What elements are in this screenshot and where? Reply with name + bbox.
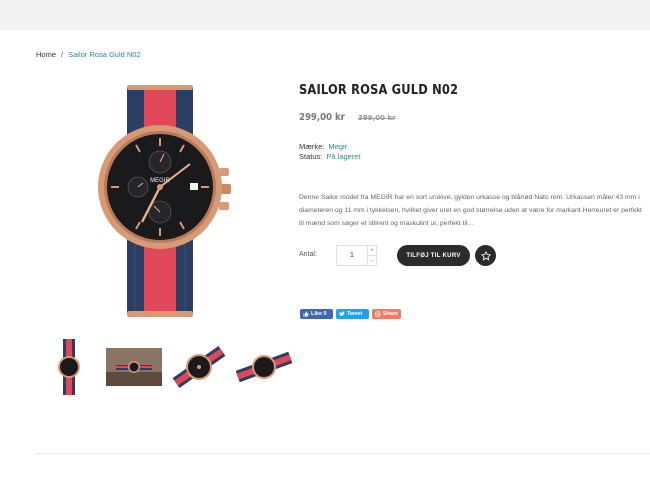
share-button[interactable]: Share (372, 309, 401, 319)
twitter-tweet-button[interactable]: Tweet (336, 309, 369, 319)
twitter-bird-icon (339, 311, 345, 317)
product-old-price: 399,00 kr (357, 114, 396, 122)
thumbs-up-icon (303, 311, 309, 317)
thumbnail-2-image (105, 348, 162, 386)
status-label: Status: (299, 152, 323, 161)
share-label: Share (382, 311, 398, 317)
quantity-label: Antal: (299, 251, 317, 258)
quantity-input[interactable]: 1 (336, 245, 368, 266)
product-main-image[interactable]: MEGIR (90, 82, 240, 327)
top-bar (0, 0, 650, 30)
twitter-tweet-label: Tweet (347, 311, 363, 317)
quantity-increase-button[interactable]: + (368, 246, 376, 256)
thumbnail-4[interactable] (231, 338, 296, 396)
thumbnail-1[interactable] (36, 338, 101, 396)
breadcrumb-home-link[interactable]: Home (36, 50, 56, 59)
breadcrumb-current[interactable]: Sailor Rosa Guld N02 (68, 50, 141, 59)
thumbnail-1-image (57, 339, 80, 395)
thumbnail-4-image (235, 351, 292, 383)
status-value: På lageret (326, 152, 361, 161)
quantity-decrease-button[interactable]: – (368, 256, 376, 265)
breadcrumb: Home / Sailor Rosa Guld N02 (36, 50, 141, 59)
quantity-stepper: + – (368, 245, 377, 266)
product-title: SAILOR ROSA GULD N02 (299, 82, 459, 98)
thumbnail-gallery (36, 338, 296, 396)
share-icon (375, 311, 381, 317)
add-to-cart-button[interactable]: TILFØJ TIL KURV (397, 245, 470, 266)
brand-link[interactable]: Megir (328, 142, 347, 151)
product-description: Denne Sailor model fra MEGIR har en sort… (299, 194, 642, 227)
status-row: Status: På lageret (299, 152, 361, 161)
facebook-like-label: Like 0 (311, 311, 327, 317)
breadcrumb-separator: / (61, 50, 64, 59)
watch-image: MEGIR (98, 85, 231, 317)
facebook-like-button[interactable]: Like 0 (300, 309, 333, 319)
price-row: 299,00 kr 399,00 kr (299, 112, 396, 123)
thumbnail-3-image (172, 346, 225, 388)
brand-label: Mærke: (299, 142, 325, 151)
thumbnail-2[interactable] (101, 338, 166, 396)
brand-row: Mærke: Megir (299, 142, 347, 151)
social-share: Like 0 Tweet Share (300, 309, 401, 319)
wishlist-button[interactable] (475, 245, 496, 266)
section-divider (36, 453, 650, 454)
thumbnail-3[interactable] (166, 338, 231, 396)
product-price: 299,00 kr (299, 112, 345, 123)
star-icon (480, 250, 491, 261)
